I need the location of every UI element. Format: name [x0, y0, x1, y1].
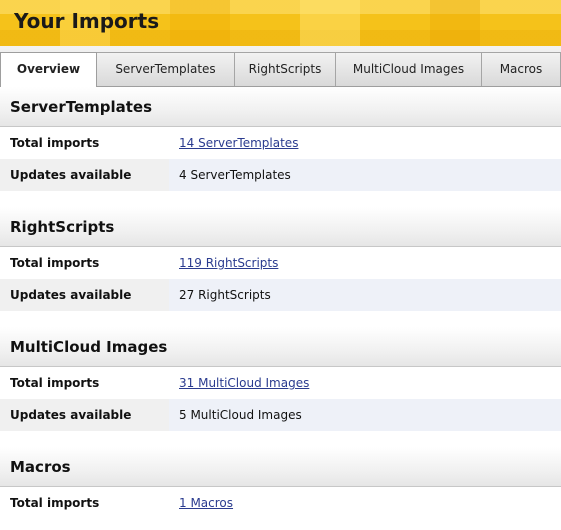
section-multicloud-images: MultiCloud Images Total imports 31 Multi…	[0, 327, 561, 431]
row-label: Updates available	[0, 159, 169, 191]
updates-available-row: Updates available 4 ServerTemplates	[0, 159, 561, 191]
section-servertemplates: ServerTemplates Total imports 14 ServerT…	[0, 87, 561, 191]
servertemplates-total-link[interactable]: 14 ServerTemplates	[179, 136, 298, 150]
section-title: MultiCloud Images	[0, 327, 561, 367]
total-imports-row: Total imports 1 Macros	[0, 487, 561, 519]
servertemplates-updates-value: 4 ServerTemplates	[169, 159, 561, 191]
tab-macros[interactable]: Macros	[481, 52, 561, 86]
row-label: Total imports	[0, 487, 169, 519]
macros-total-link[interactable]: 1 Macros	[179, 496, 233, 510]
row-label: Updates available	[0, 399, 169, 431]
multicloud-images-updates-value: 5 MultiCloud Images	[169, 399, 561, 431]
section-title: Macros	[0, 447, 561, 487]
page-title: Your Imports	[14, 9, 160, 33]
total-imports-row: Total imports 14 ServerTemplates	[0, 127, 561, 159]
tab-overview[interactable]: Overview	[0, 52, 97, 87]
rightscripts-total-link[interactable]: 119 RightScripts	[179, 256, 278, 270]
row-label: Total imports	[0, 247, 169, 279]
updates-available-row: Updates available 27 RightScripts	[0, 279, 561, 311]
row-label: Updates available	[0, 279, 169, 311]
rightscripts-updates-value: 27 RightScripts	[169, 279, 561, 311]
tab-multicloud-images[interactable]: MultiCloud Images	[335, 52, 482, 86]
row-label: Total imports	[0, 367, 169, 399]
tab-bar: Overview ServerTemplates RightScripts Mu…	[0, 46, 561, 87]
section-rightscripts: RightScripts Total imports 119 RightScri…	[0, 207, 561, 311]
row-label: Total imports	[0, 127, 169, 159]
total-imports-row: Total imports 31 MultiCloud Images	[0, 367, 561, 399]
page-header: Your Imports	[0, 0, 561, 46]
updates-available-row: Updates available 5 MultiCloud Images	[0, 399, 561, 431]
multicloud-images-total-link[interactable]: 31 MultiCloud Images	[179, 376, 309, 390]
section-title: RightScripts	[0, 207, 561, 247]
section-title: ServerTemplates	[0, 87, 561, 127]
tab-rightscripts[interactable]: RightScripts	[234, 52, 336, 86]
section-macros: Macros Total imports 1 Macros	[0, 447, 561, 519]
total-imports-row: Total imports 119 RightScripts	[0, 247, 561, 279]
tab-servertemplates[interactable]: ServerTemplates	[96, 52, 235, 86]
